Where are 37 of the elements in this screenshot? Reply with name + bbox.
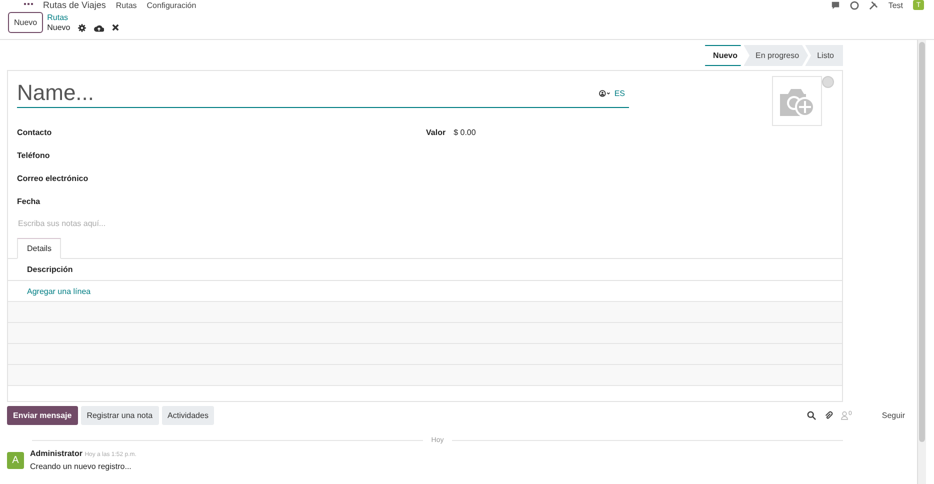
author-name: Administrator <box>30 449 82 458</box>
field-label: Teléfono <box>17 151 51 161</box>
field-label: Correo electrónico <box>17 174 90 184</box>
chat-icon[interactable] <box>831 0 840 10</box>
chatter-button[interactable]: Actividades <box>162 406 214 425</box>
status-stage[interactable]: En progreso <box>744 45 808 66</box>
add-line-link[interactable]: Agregar una línea <box>27 286 91 296</box>
field-label: Fecha <box>17 197 42 207</box>
status-stage[interactable]: Listo <box>805 45 843 66</box>
name-field[interactable]: Name... ES <box>17 79 629 108</box>
follow-button[interactable]: Seguir <box>882 411 905 420</box>
message-text: Creando un nuevo registro... <box>30 461 132 472</box>
breadcrumb-link[interactable]: Rutas <box>47 12 120 22</box>
field-label: Contacto <box>17 128 53 138</box>
search-icon[interactable] <box>806 411 816 420</box>
menu-item[interactable]: Configuración <box>146 0 196 10</box>
app-name: Rutas de Viajes <box>43 0 106 10</box>
user-name[interactable]: Test <box>888 0 903 10</box>
translate-icon[interactable] <box>599 90 612 96</box>
language-code[interactable]: ES <box>614 88 625 98</box>
paperclip-icon[interactable] <box>824 411 833 420</box>
author-avatar: A <box>7 452 24 468</box>
chatter-button[interactable]: Registrar una nota <box>80 406 159 425</box>
column-header: Descripción <box>27 265 73 274</box>
field-label: Valor <box>426 128 446 138</box>
field-value: $ 0.00 <box>454 128 476 138</box>
new-button[interactable]: Nuevo <box>8 12 44 33</box>
discard-icon[interactable] <box>112 24 120 31</box>
clock-icon[interactable] <box>850 0 860 10</box>
record-title: Nuevo <box>47 22 70 32</box>
menu-item[interactable]: Rutas <box>116 0 137 10</box>
notebook-tab[interactable]: Details <box>17 238 62 259</box>
cloud-upload-icon[interactable] <box>94 24 104 32</box>
scrollbar[interactable] <box>917 40 926 484</box>
gear-icon[interactable] <box>78 24 86 32</box>
chatter-button[interactable]: Enviar mensaje <box>7 406 78 425</box>
status-dot[interactable] <box>822 76 834 88</box>
